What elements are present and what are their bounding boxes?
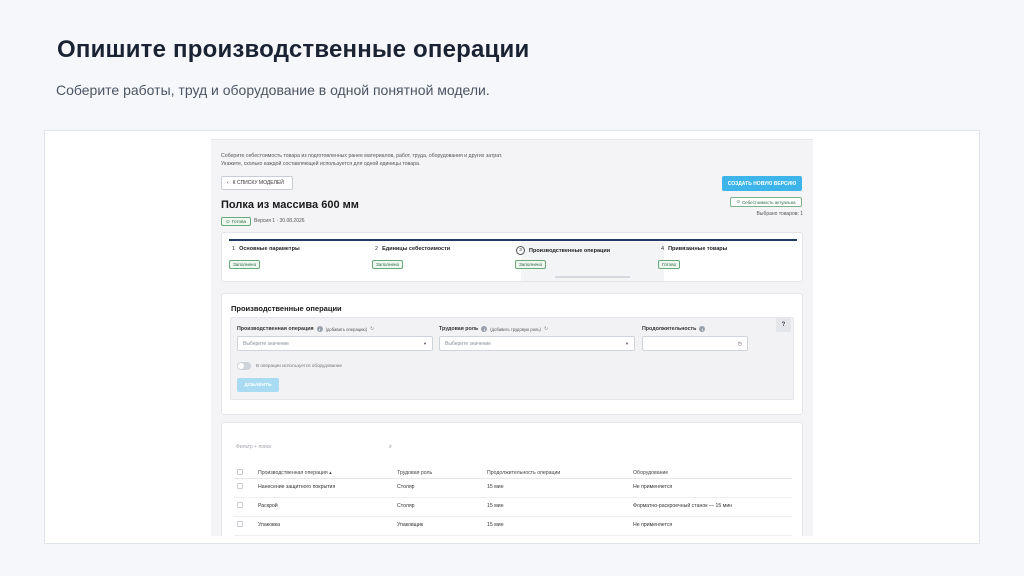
role-select[interactable]: Выберите значение ▼ [439,336,635,351]
role-field-label: Трудовая роль i (добавить трудовую роль)… [439,326,548,332]
step-label: Производственные операции [529,247,611,254]
clock-icon: ◷ [737,340,742,347]
role-select-placeholder: Выберите значение [445,340,491,347]
cell-operation: Нанесение защитного покрытия [258,484,336,490]
cell-duration: 15 мин [487,503,504,509]
selected-count: Выбрано товаров: 1 [756,211,803,217]
status-label: Готова [231,219,247,224]
cell-operation: Раскрой [258,503,278,509]
cell-equipment: Не применяется [633,484,673,490]
create-version-button[interactable]: СОЗДАТЬ НОВУЮ ВЕРСИЮ [722,176,802,191]
header-equipment: Оборудование [633,470,669,476]
step-label: Привязанные товары [668,246,728,252]
cell-role: Столяр [397,484,415,490]
intro-text: Соберите себестоимость товара из подгото… [221,152,681,168]
header-duration: Продолжительность операции [487,470,561,476]
role-label: Трудовая роль [439,326,479,332]
row-checkbox[interactable] [237,521,243,527]
ops-section-title: Производственные операции [231,304,342,313]
cell-operation: Упаковка [258,522,280,528]
cell-duration: 15 мин [487,522,504,528]
cell-role: Столяр [397,503,415,509]
filter-placeholder: Фильтр + поиск [236,444,272,450]
step-status-badge: Заполнено [515,260,547,269]
add-role-link[interactable]: (добавить трудовую роль) [490,327,541,332]
step-label: Единицы себестоимости [382,246,451,252]
duration-field-label: Продолжительность i [642,326,706,332]
operation-select-placeholder: Выберите значение [243,340,289,347]
caret-down-icon: ▼ [625,341,629,346]
cost-status-badge: ⊙ Себестоимость актуальна [730,197,802,207]
step-status-badge: Заполнено [372,260,404,269]
cost-status-label: Себестоимость актуальна [742,199,796,205]
status-badge: ⊙ Готова [221,217,252,226]
step-basic-params[interactable]: 1 Основные параметры [232,246,300,252]
filter-search-input[interactable]: Фильтр + поиск ⌕ [236,441,392,453]
duration-label: Продолжительность [642,326,697,332]
operations-table-card: Фильтр + поиск ⌕ Производственная операц… [221,422,803,536]
help-button[interactable]: ? [776,318,791,332]
slide-title: Опишите производственные операции [57,36,530,63]
search-icon: ⌕ [388,443,392,450]
steps-card: 1 Основные параметры Заполнено 2 Единицы… [221,232,803,282]
steps-progress-bar [229,239,797,241]
ops-form: ? Производственная операция i (добавить … [230,317,794,400]
header-role: Трудовая роль [397,470,433,476]
table-row[interactable]: Нанесение защитного покрытия Столяр 15 м… [234,479,792,498]
cell-equipment: Форматно-раскроечный станок — 15 мин [633,503,733,509]
equipment-toggle[interactable] [237,362,251,370]
step-production-ops[interactable]: 3 Производственные операции [516,246,610,255]
app-window: Соберите себестоимость товара из подгото… [211,139,813,536]
caret-down-icon: ▼ [423,341,427,346]
equipment-toggle-label: В операции используется оборудование [256,363,343,368]
duration-input[interactable]: ◷ [642,336,748,351]
info-icon: i [481,326,488,332]
select-all-checkbox[interactable] [237,469,243,475]
back-to-models-button[interactable]: ‹ К СПИСКУ МОДЕЛЕЙ [221,176,293,190]
refresh-icon[interactable]: ↻ [544,326,548,332]
slide-subtitle: Соберите работы, труд и оборудование в о… [56,82,490,98]
step-number: 1 [232,246,236,252]
row-checkbox[interactable] [237,502,243,508]
cell-duration: 15 мин [487,484,504,490]
step-label: Основные параметры [239,246,300,252]
intro-line-1: Соберите себестоимость товара из подгото… [221,153,503,159]
operation-select[interactable]: Выберите значение ▼ [237,336,433,351]
production-ops-card: Производственные операции ? Производстве… [221,293,803,415]
cell-equipment: Не применяется [633,522,673,528]
intro-line-2: Укажите, сколько каждой составляющей исп… [221,161,421,167]
step-number: 2 [375,246,379,252]
operation-label: Производственная операция [237,326,314,332]
check-circle-icon: ⊙ [226,218,230,224]
step-status-badge: Заполнено [229,260,261,269]
step-number: 3 [516,246,525,255]
table-row[interactable]: Раскрой Столяр 15 мин Форматно-раскроечн… [234,498,792,517]
refresh-icon[interactable]: ↻ [370,326,374,332]
step-linked-products[interactable]: 4 Привязанные товары [661,246,727,252]
back-button-label: К СПИСКУ МОДЕЛЕЙ [232,180,284,186]
row-checkbox[interactable] [237,483,243,489]
header-operation[interactable]: Производственная операция ▴ [258,470,332,476]
table-row[interactable]: Упаковка Упаковщик 15 мин Не применяется [234,517,792,536]
step-number: 4 [661,246,665,252]
table-header: Производственная операция ▴ Трудовая рол… [234,465,792,479]
info-icon: i [316,326,323,332]
info-icon: i [699,326,706,332]
version-info: Версия 1 · 30.08.2026 [254,218,305,224]
chevron-left-icon: ‹ [227,180,229,186]
step-status-badge: Готово [658,260,681,269]
active-step-underline [555,276,630,278]
model-title: Полка из массива 600 мм [221,199,359,211]
add-operation-link[interactable]: (добавить операцию) [326,327,367,332]
operation-field-label: Производственная операция i (добавить оп… [237,326,374,332]
add-operation-button[interactable]: ДОБАВИТЬ [237,378,279,392]
step-cost-units[interactable]: 2 Единицы себестоимости [375,246,450,252]
cell-role: Упаковщик [397,522,424,528]
check-circle-icon: ⊙ [736,199,741,204]
